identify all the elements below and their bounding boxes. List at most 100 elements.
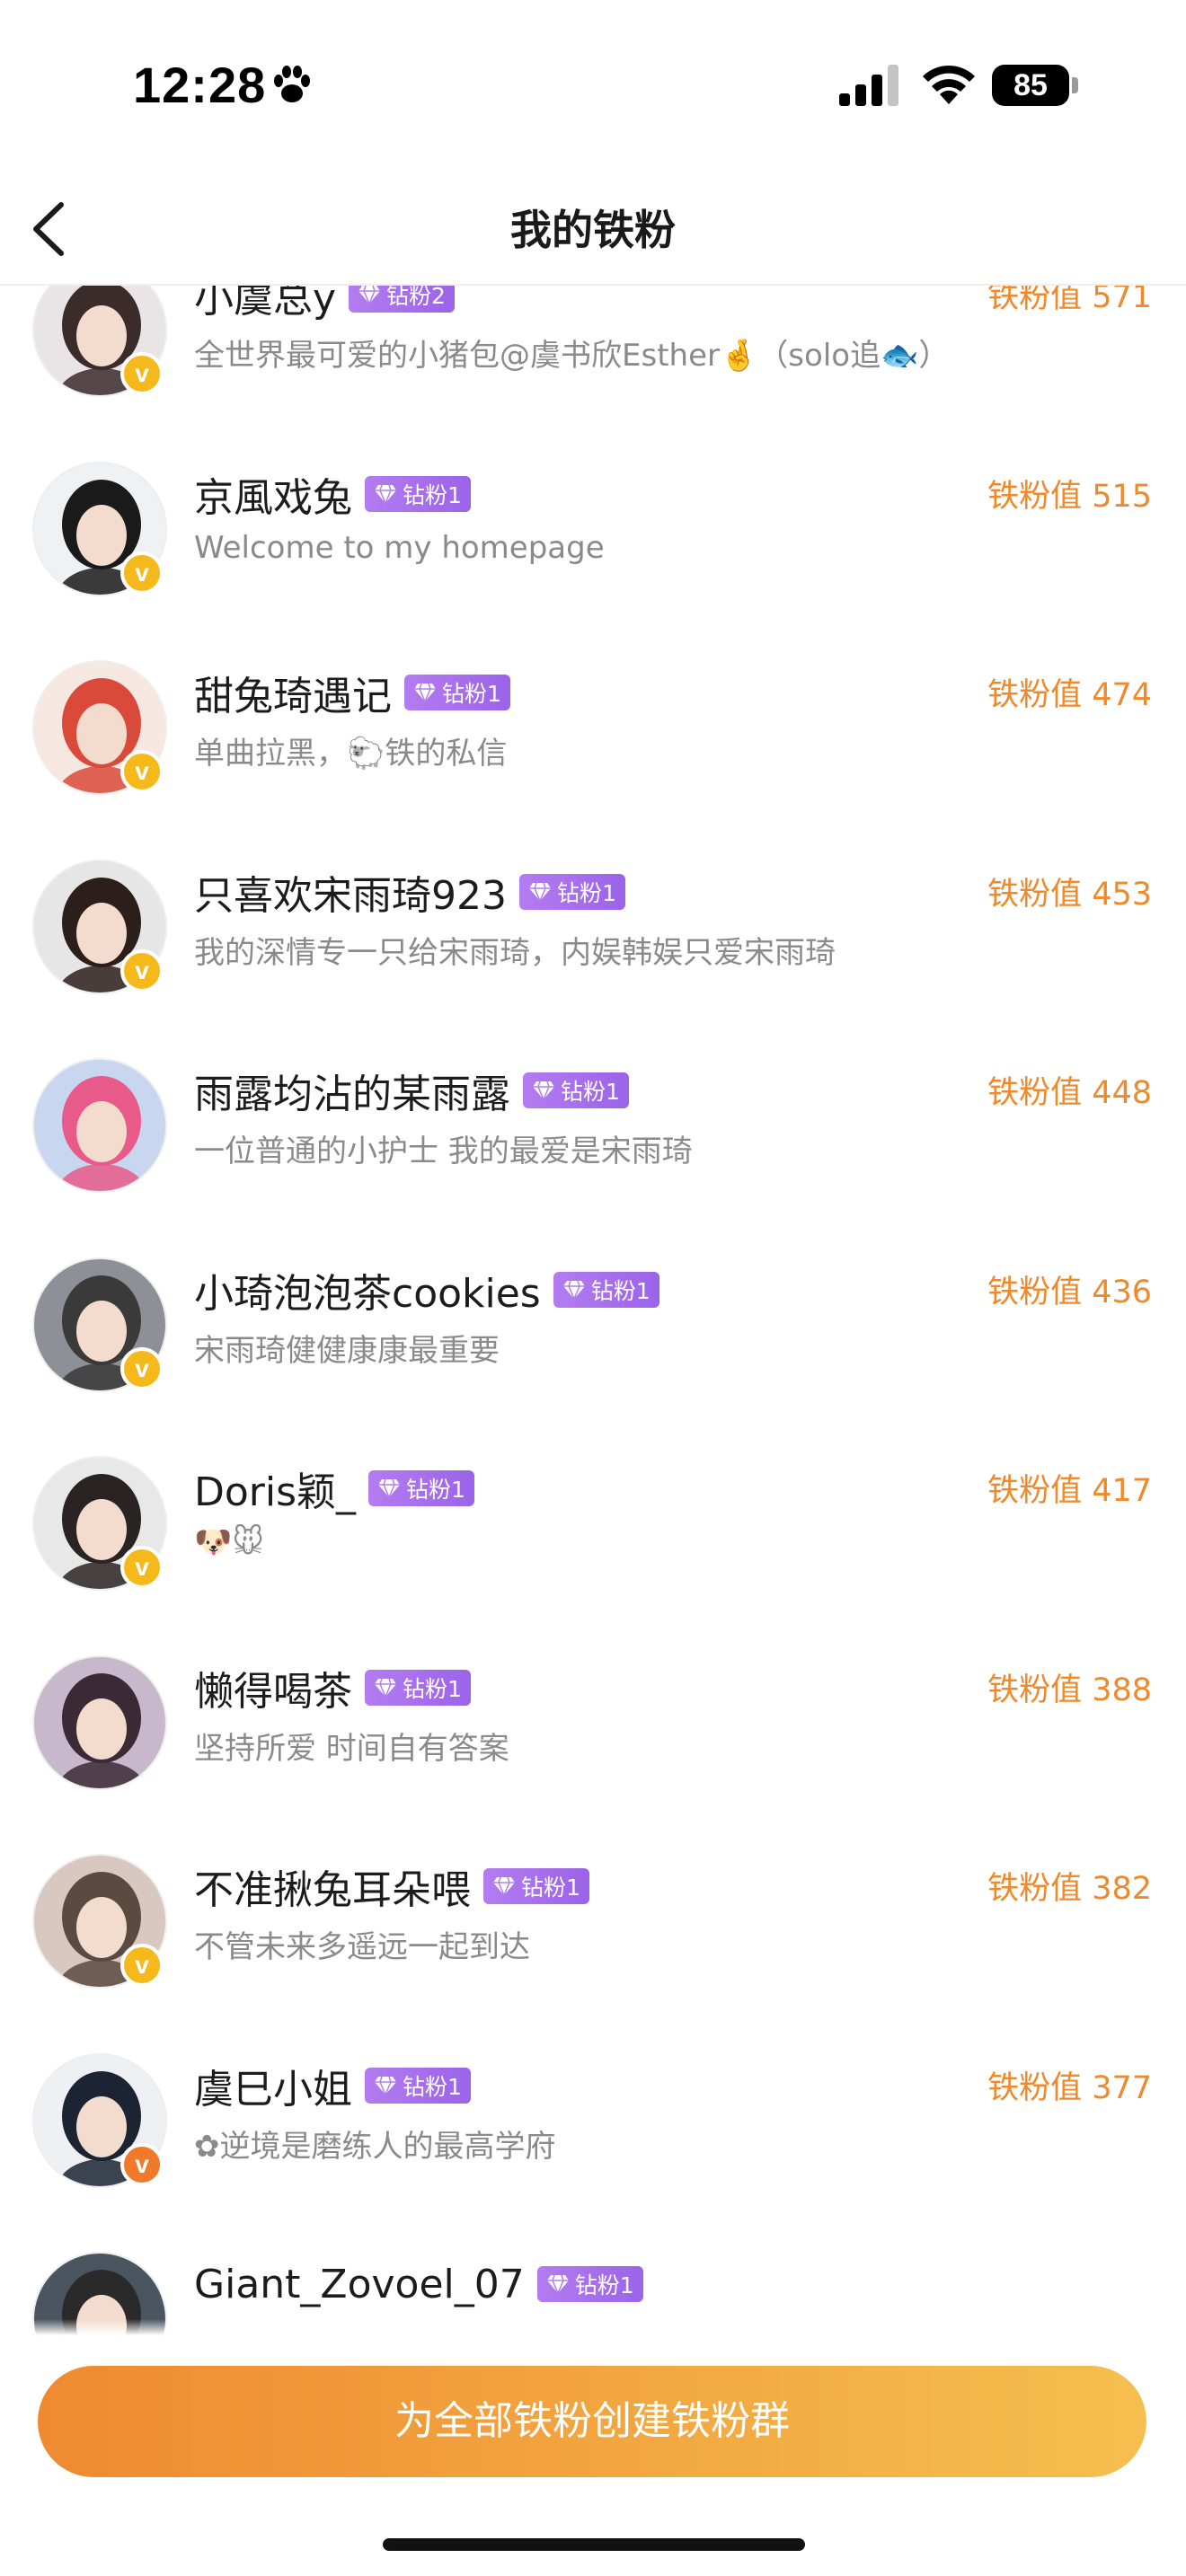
fan-name-line: 雨露均沾的某雨露 钻粉1 xyxy=(194,1063,629,1117)
bottom-action-area: 为全部铁粉创建铁粉群 xyxy=(0,2319,1186,2576)
fan-level-badge: 钻粉1 xyxy=(365,2067,471,2104)
iron-fans-page: 12:28 85 我的铁粉 v 小虞总y 钻粉2 全世界最可爱的小猪包@虞书欣E… xyxy=(0,0,1186,2576)
fan-level-badge: 钻粉1 xyxy=(518,873,625,910)
fan-row[interactable]: v 甜兔琦遇记 钻粉1 单曲拉黑，🐑铁的私信 铁粉值 474 xyxy=(0,610,1186,809)
verified-icon: v xyxy=(120,1346,164,1390)
fan-row[interactable]: v 虞巳小姐 钻粉1 ✿逆境是磨练人的最高学府 铁粉值 377 xyxy=(0,2003,1186,2202)
verified-icon: v xyxy=(120,1546,164,1589)
verified-icon: v xyxy=(120,551,164,595)
fan-level-label: 钻粉1 xyxy=(590,1277,651,1304)
diamond-icon xyxy=(546,2274,569,2294)
avatar[interactable] xyxy=(32,1058,167,1193)
fan-name[interactable]: 小虞总y xyxy=(194,286,336,323)
fan-level-badge: 钻粉1 xyxy=(523,1072,629,1108)
fan-level-badge: 钻粉2 xyxy=(349,286,455,313)
paw-icon xyxy=(274,66,310,102)
status-bar: 12:28 85 xyxy=(0,0,1186,171)
navigation-bar: 我的铁粉 xyxy=(0,171,1186,286)
fan-signature: 坚持所爱 时间自有答案 xyxy=(194,1730,509,1767)
fan-name[interactable]: Giant_Zovoel_07 xyxy=(194,2262,525,2307)
fan-level-label: 钻粉2 xyxy=(386,286,446,309)
fan-name[interactable]: 懒得喝茶 xyxy=(194,1659,352,1716)
create-fan-group-button[interactable]: 为全部铁粉创建铁粉群 xyxy=(38,2366,1146,2477)
verified-icon: v xyxy=(120,750,164,793)
battery-level: 85 xyxy=(1013,68,1048,102)
fan-level-badge: 钻粉1 xyxy=(365,475,471,512)
wifi-icon xyxy=(923,65,975,104)
iron-fan-score: 铁粉值 453 xyxy=(987,876,1152,913)
fan-level-label: 钻粉1 xyxy=(406,1477,465,1503)
fan-signature: 单曲拉黑，🐑铁的私信 xyxy=(194,736,508,772)
fan-level-label: 钻粉1 xyxy=(403,481,462,508)
fan-name-line: 甜兔琦遇记 钻粉1 xyxy=(194,666,510,719)
diamond-icon xyxy=(375,484,396,504)
fan-level-badge: 钻粉1 xyxy=(368,1470,474,1506)
fan-name[interactable]: 雨露均沾的某雨露 xyxy=(194,1062,510,1119)
diamond-icon xyxy=(358,286,381,304)
fan-name[interactable]: 京風戏兔 xyxy=(194,465,352,523)
fan-signature: 全世界最可爱的小猪包@虞书欣Esther🤞（solo追🐟） xyxy=(194,338,950,374)
fan-row[interactable]: v 小琦泡泡茶cookies 钻粉1 宋雨琦健健康康最重要 铁粉值 436 xyxy=(0,1207,1186,1407)
fan-name-line: 小虞总y 钻粉2 xyxy=(194,286,455,322)
iron-fan-score: 铁粉值 515 xyxy=(987,478,1152,515)
fan-name-line: 不准揪兔耳朵喂 钻粉1 xyxy=(194,1859,589,1913)
avatar-portrait xyxy=(57,1672,146,1788)
fan-signature: ✿逆境是磨练人的最高学府 xyxy=(194,2128,556,2165)
fan-level-label: 钻粉1 xyxy=(521,1875,580,1901)
fan-level-badge: 钻粉1 xyxy=(365,1669,471,1706)
bottom-fade xyxy=(0,2319,1186,2335)
diamond-icon xyxy=(375,1678,396,1698)
fan-name[interactable]: 虞巳小姐 xyxy=(194,2057,352,2114)
iron-fan-score: 铁粉值 382 xyxy=(987,1871,1152,1907)
fan-signature: 一位普通的小护士 我的最爱是宋雨琦 xyxy=(194,1134,693,1169)
home-indicator[interactable] xyxy=(383,2538,805,2551)
cellular-signal-icon xyxy=(839,65,898,106)
fan-row[interactable]: v Doris颖_ 钻粉1 🐶🐭 铁粉值 417 xyxy=(0,1406,1186,1605)
nav-divider xyxy=(0,284,1186,286)
avatar-portrait xyxy=(57,1076,146,1191)
fan-row[interactable]: 雨露均沾的某雨露 钻粉1 一位普通的小护士 我的最爱是宋雨琦 铁粉值 448 xyxy=(0,1008,1186,1207)
fan-level-label: 钻粉1 xyxy=(442,681,501,707)
fan-name-line: 只喜欢宋雨琦923 钻粉1 xyxy=(194,865,625,919)
fan-signature: 不管未来多遥远一起到达 xyxy=(194,1929,530,1965)
fan-name[interactable]: Doris颖_ xyxy=(194,1460,356,1517)
fan-list[interactable]: v 小虞总y 钻粉2 全世界最可爱的小猪包@虞书欣Esther🤞（solo追🐟） 铁粉值… xyxy=(0,286,1186,2342)
battery-indicator: 85 xyxy=(992,65,1078,106)
iron-fan-score: 铁粉值 571 xyxy=(987,286,1152,315)
fan-name[interactable]: 甜兔琦遇记 xyxy=(194,664,392,721)
battery-tip xyxy=(1072,77,1078,93)
fan-name-line: 京風戏兔 钻粉1 xyxy=(194,467,471,521)
fan-name-line: Giant_Zovoel_07 钻粉1 xyxy=(194,2257,643,2311)
fan-signature: 🐶🐭 xyxy=(194,1524,264,1560)
fan-row[interactable]: v 小虞总y 钻粉2 全世界最可爱的小猪包@虞书欣Esther🤞（solo追🐟） 铁粉值… xyxy=(0,286,1186,411)
status-time: 12:28 xyxy=(133,57,267,113)
verified-icon: v xyxy=(120,352,164,395)
fan-level-label: 钻粉1 xyxy=(403,1675,462,1702)
verified-icon: v xyxy=(120,2142,164,2186)
fan-signature: 我的深情专一只给宋雨琦，内娱韩娱只爱宋雨琦 xyxy=(194,934,836,971)
fan-level-badge: 钻粉1 xyxy=(483,1868,589,1904)
fan-name-line: 懒得喝茶 钻粉1 xyxy=(194,1661,471,1715)
verified-icon: v xyxy=(120,948,164,992)
fan-level-label: 钻粉1 xyxy=(574,2272,634,2298)
fan-row[interactable]: v 不准揪兔耳朵喂 钻粉1 不管未来多遥远一起到达 铁粉值 382 xyxy=(0,1804,1186,2003)
diamond-icon xyxy=(493,1876,515,1896)
fan-level-label: 钻粉1 xyxy=(561,1079,620,1105)
fan-name[interactable]: 不准揪兔耳朵喂 xyxy=(194,1857,471,1915)
fan-row[interactable]: v 京風戏兔 钻粉1 Welcome to my homepage 铁粉值 515 xyxy=(0,411,1186,611)
iron-fan-score: 铁粉值 448 xyxy=(987,1075,1152,1111)
diamond-icon xyxy=(528,882,551,902)
fan-name[interactable]: 只喜欢宋雨琦923 xyxy=(194,863,507,921)
diamond-icon xyxy=(562,1280,585,1300)
diamond-icon xyxy=(378,1478,401,1498)
avatar[interactable] xyxy=(32,1654,167,1790)
fan-row[interactable]: v 只喜欢宋雨琦923 钻粉1 我的深情专一只给宋雨琦，内娱韩娱只爱宋雨琦 铁粉值 45… xyxy=(0,809,1186,1009)
iron-fan-score: 铁粉值 474 xyxy=(987,677,1152,713)
page-title: 我的铁粉 xyxy=(510,206,676,254)
fan-level-label: 钻粉1 xyxy=(403,2073,462,2100)
fan-name[interactable]: 小琦泡泡茶cookies xyxy=(194,1261,541,1319)
diamond-icon xyxy=(533,1081,554,1100)
iron-fan-score: 铁粉值 388 xyxy=(987,1672,1152,1708)
fan-name-line: 虞巳小姐 钻粉1 xyxy=(194,2059,471,2113)
fan-row[interactable]: 懒得喝茶 钻粉1 坚持所爱 时间自有答案 铁粉值 388 xyxy=(0,1605,1186,1804)
